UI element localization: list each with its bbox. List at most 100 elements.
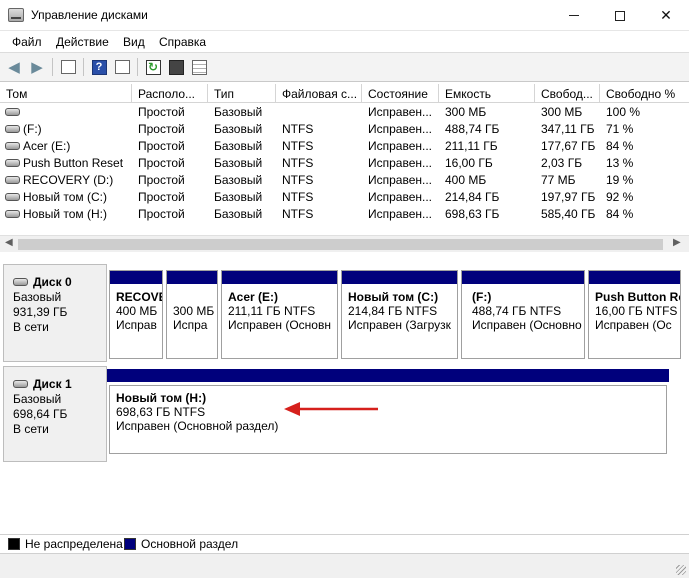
column-header-type[interactable]: Тип [208, 84, 276, 103]
volume-capacity: 214,84 ГБ [445, 190, 500, 204]
toolbar-separator [137, 58, 138, 76]
volume-layout: Простой [138, 156, 185, 170]
volume-type: Базовый [214, 105, 263, 119]
table-row[interactable]: RECOVERY (D:) Простой Базовый NTFS Испра… [0, 172, 689, 189]
red-arrow-annotation [284, 402, 378, 416]
minimize-button[interactable] [551, 0, 597, 31]
back-button[interactable]: ◀ [5, 58, 23, 76]
disk-map: Диск 0 Базовый 931,39 ГБ В сети RECOVE 4… [0, 256, 689, 534]
partition-system[interactable]: 300 МБ Испра [166, 270, 218, 359]
column-header-filesystem[interactable]: Файловая с... [276, 84, 362, 103]
show-hide-tree-button[interactable] [59, 58, 77, 76]
table-row[interactable]: Простой Базовый Исправен... 300 МБ 300 М… [0, 104, 689, 121]
partition-status: Исправен (Ос [595, 318, 672, 332]
volume-free: 347,11 ГБ [541, 122, 595, 136]
close-icon: ✕ [660, 7, 672, 23]
help-button[interactable]: ? [90, 58, 108, 76]
partition-status: Исправ [116, 318, 157, 332]
column-header-status[interactable]: Состояние [362, 84, 439, 103]
refresh-button[interactable]: ↻ [144, 58, 162, 76]
legend-label-primary: Основной раздел [141, 537, 239, 551]
forward-button[interactable]: ▶ [28, 58, 46, 76]
partition-bar [462, 271, 584, 284]
menu-file[interactable]: Файл [12, 35, 42, 49]
disk-0-info[interactable]: Диск 0 Базовый 931,39 ГБ В сети [3, 264, 107, 362]
refresh-icon: ↻ [145, 59, 161, 75]
column-header-free-percent[interactable]: Свободно % [600, 84, 689, 103]
table-row[interactable]: (F:) Простой Базовый NTFS Исправен... 48… [0, 121, 689, 138]
disk-1-state: В сети [13, 422, 49, 436]
title-bar: Управление дисками ✕ [0, 0, 689, 31]
toolbar-separator [83, 58, 84, 76]
partition-bar [222, 271, 337, 284]
volume-status: Исправен... [368, 173, 433, 187]
column-header-layout[interactable]: Располо... [132, 84, 208, 103]
volume-filesystem: NTFS [282, 173, 314, 187]
partition-status: Исправен (Основн [228, 318, 331, 332]
partition-size: 16,00 ГБ NTFS [595, 304, 678, 318]
column-header-free[interactable]: Свобод... [535, 84, 600, 103]
partition-details: RECOVE 400 МБ Исправ [110, 284, 162, 332]
help-icon: ? [91, 59, 107, 75]
scroll-left-icon[interactable]: ◀ [5, 237, 13, 248]
partition-recovery[interactable]: RECOVE 400 МБ Исправ [109, 270, 163, 359]
resize-grip-icon[interactable] [676, 565, 686, 575]
disk-0-size: 931,39 ГБ [13, 305, 68, 319]
volume-free: 300 МБ [541, 105, 583, 119]
menu-action[interactable]: Действие [56, 35, 109, 49]
partition-bar [107, 369, 669, 382]
horizontal-scrollbar[interactable]: ◀ ▶ [0, 235, 689, 252]
drive-icon [5, 125, 20, 133]
partition-push-button-reset[interactable]: Push Button Re 16,00 ГБ NTFS Исправен (О… [588, 270, 681, 359]
scroll-right-icon[interactable]: ▶ [673, 237, 681, 248]
properties-button[interactable] [190, 58, 208, 76]
volume-free-percent: 100 % [606, 105, 641, 119]
maximize-button[interactable] [597, 0, 643, 31]
partition-new-volume-h[interactable]: Новый том (H:) 698,63 ГБ NTFS Исправен (… [107, 369, 669, 456]
legend-swatch-primary [124, 538, 136, 550]
partition-name: Новый том (C:) [348, 290, 439, 304]
console-tree-button[interactable] [113, 58, 131, 76]
menu-view[interactable]: Вид [123, 35, 145, 49]
disk-1-info[interactable]: Диск 1 Базовый 698,64 ГБ В сети [3, 366, 107, 462]
menu-help[interactable]: Справка [159, 35, 206, 49]
legend: Не распределена Основной раздел [0, 534, 689, 552]
volume-capacity: 300 МБ [445, 105, 487, 119]
disk-0-type: Базовый [13, 290, 62, 304]
column-header-volume[interactable]: Том [0, 84, 132, 103]
partition-size: 488,74 ГБ NTFS [472, 304, 562, 318]
drive-icon [5, 159, 20, 167]
disk-1-title: Диск 1 [33, 377, 72, 391]
column-header-capacity[interactable]: Емкость [439, 84, 535, 103]
volume-free: 2,03 ГБ [541, 156, 583, 170]
volume-free-percent: 19 % [606, 173, 634, 187]
rescan-button[interactable] [167, 58, 185, 76]
table-row[interactable]: Push Button Reset Простой Базовый NTFS И… [0, 155, 689, 172]
partition-name: RECOVE [116, 290, 162, 304]
volume-layout: Простой [138, 207, 185, 221]
volume-status: Исправен... [368, 105, 433, 119]
volume-filesystem: NTFS [282, 139, 314, 153]
volume-status: Исправен... [368, 207, 433, 221]
volume-name: Новый том (H:) [23, 207, 107, 221]
volume-layout: Простой [138, 105, 185, 119]
table-row[interactable]: Новый том (H:) Простой Базовый NTFS Испр… [0, 206, 689, 223]
disk-1-title-row: Диск 1 [13, 377, 106, 392]
partition-f[interactable]: (F:) 488,74 ГБ NTFS Исправен (Основно [461, 270, 585, 359]
partition-bar [342, 271, 457, 284]
partition-new-volume-c[interactable]: Новый том (C:) 214,84 ГБ NTFS Исправен (… [341, 270, 458, 359]
partition-name: (F:) [472, 290, 492, 304]
volume-status: Исправен... [368, 156, 433, 170]
table-row[interactable]: Новый том (C:) Простой Базовый NTFS Испр… [0, 189, 689, 206]
back-arrow-icon: ◀ [8, 58, 20, 76]
drive-icon [5, 108, 20, 116]
table-row[interactable]: Acer (E:) Простой Базовый NTFS Исправен.… [0, 138, 689, 155]
volume-filesystem: NTFS [282, 190, 314, 204]
close-button[interactable]: ✕ [643, 0, 689, 31]
scrollbar-thumb[interactable] [18, 239, 663, 250]
partition-bar [167, 271, 217, 284]
partition-acer-e[interactable]: Acer (E:) 211,11 ГБ NTFS Исправен (Основ… [221, 270, 338, 359]
volume-filesystem: NTFS [282, 122, 314, 136]
volume-free: 585,40 ГБ [541, 207, 596, 221]
partition-bar [589, 271, 680, 284]
